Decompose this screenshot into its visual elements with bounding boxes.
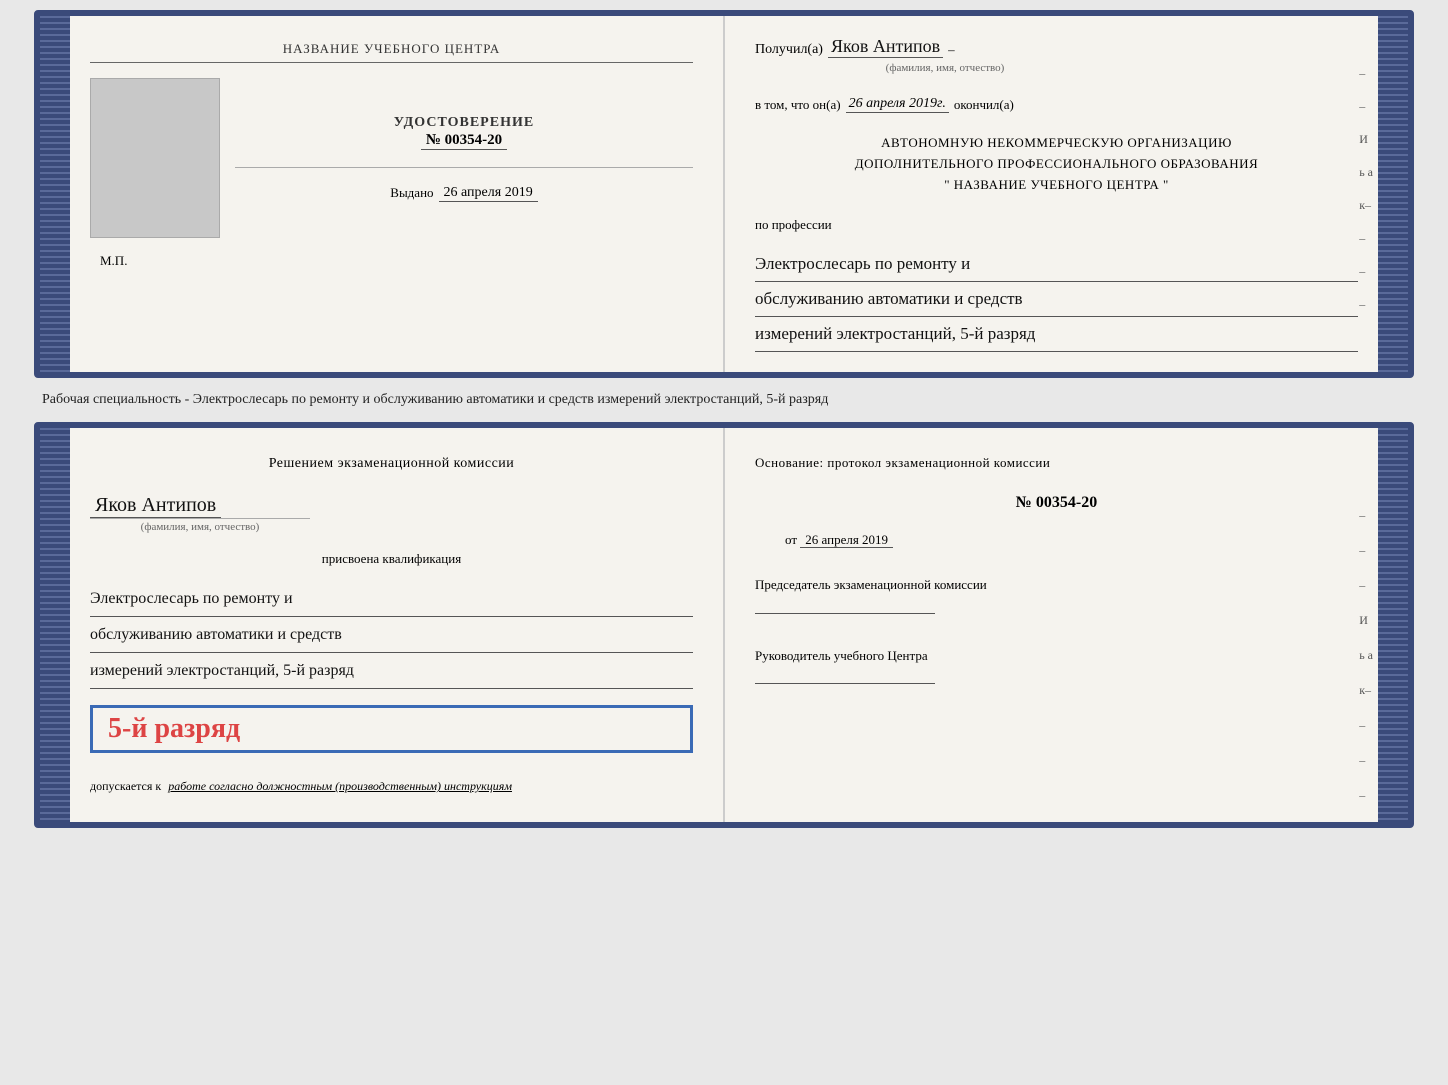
certificate-label-block: УДОСТОВЕРЕНИЕ № 00354-20 bbox=[394, 115, 534, 150]
bottom-protocol-number: № 00354-20 bbox=[755, 494, 1358, 512]
profession-line2: обслуживанию автоматики и средств bbox=[755, 282, 1358, 317]
spine-left bbox=[40, 16, 70, 372]
qual-line2: обслуживанию автоматики и средств bbox=[90, 617, 693, 653]
vtom-prefix: в том, что он(а) bbox=[755, 97, 841, 113]
profession-block: Электрослесарь по ремонту и обслуживанию… bbox=[755, 247, 1358, 352]
rukovoditel-label: Руководитель учебного Центра bbox=[755, 646, 1358, 666]
working-specialty-text: Рабочая специальность - Электрослесарь п… bbox=[34, 388, 1414, 412]
training-center-title: НАЗВАНИЕ УЧЕБНОГО ЦЕНТРА bbox=[90, 41, 693, 63]
vtom-date: 26 апреля 2019г. bbox=[846, 96, 949, 113]
ot-date-line: от 26 апреля 2019 bbox=[785, 532, 1358, 548]
po-professii-label: по профессии bbox=[755, 217, 1358, 233]
vydano-label: Выдано bbox=[390, 185, 433, 201]
qualification-block: Электрослесарь по ремонту и обслуживанию… bbox=[90, 581, 693, 690]
vydano-line: Выдано 26 апреля 2019 bbox=[390, 185, 537, 202]
bottom-ot-date: 26 апреля 2019 bbox=[800, 532, 893, 548]
bottom-spine-left bbox=[40, 428, 70, 821]
prisvoena-text: присвоена квалификация bbox=[90, 551, 693, 567]
bottom-right-side-decorations: – – – И ь а к– – – – – bbox=[1359, 508, 1373, 827]
spine-right bbox=[1378, 16, 1408, 372]
top-book-right-page: – – И ь а к– – – – Получил(а) Яков Антип… bbox=[725, 16, 1408, 372]
org-line1: АВТОНОМНУЮ НЕКОММЕРЧЕСКУЮ ОРГАНИЗАЦИЮ bbox=[755, 133, 1358, 154]
dopuskaetsya-line: допускается к работе согласно должностны… bbox=[90, 777, 693, 796]
chairman-block: Председатель экзаменационной комиссии bbox=[755, 575, 1358, 614]
profession-line3: измерений электростанций, 5-й разряд bbox=[755, 317, 1358, 352]
grade-text: 5-й разряд bbox=[108, 713, 240, 744]
separator bbox=[235, 167, 693, 168]
top-certificate-book: НАЗВАНИЕ УЧЕБНОГО ЦЕНТРА УДОСТОВЕРЕНИЕ №… bbox=[34, 10, 1414, 378]
chairman-label: Председатель экзаменационной комиссии bbox=[755, 575, 1358, 595]
recipient-name: Яков Антипов bbox=[828, 36, 943, 58]
ot-label: от bbox=[785, 532, 797, 547]
qual-line1: Электрослесарь по ремонту и bbox=[90, 581, 693, 617]
org-line2: ДОПОЛНИТЕЛЬНОГО ПРОФЕССИОНАЛЬНОГО ОБРАЗО… bbox=[755, 154, 1358, 175]
mp-label: М.П. bbox=[100, 253, 127, 269]
fio-sublabel-top: (фамилия, имя, отчество) bbox=[835, 62, 1055, 74]
bottom-fio-sublabel: (фамилия, имя, отчество) bbox=[90, 518, 310, 533]
poluchil-line: Получил(а) Яков Антипов – bbox=[755, 36, 1358, 58]
bottom-fio-handwritten: Яков Антипов bbox=[90, 494, 221, 518]
okonchil-label: окончил(а) bbox=[954, 97, 1014, 113]
vydano-date: 26 апреля 2019 bbox=[439, 185, 538, 202]
qual-line3: измерений электростанций, 5-й разряд bbox=[90, 653, 693, 689]
chairman-signature-line bbox=[755, 613, 935, 614]
bottom-book-left-page: Решением экзаменационной комиссии Яков А… bbox=[40, 428, 725, 821]
grade-badge: 5-й разряд bbox=[90, 705, 693, 753]
resheniem-title: Решением экзаменационной комиссии bbox=[90, 453, 693, 475]
bottom-spine-right bbox=[1378, 428, 1408, 821]
dopuskaetsya-value: работе согласно должностным (производств… bbox=[168, 779, 512, 793]
bottom-certificate-book: Решением экзаменационной комиссии Яков А… bbox=[34, 422, 1414, 827]
right-side-decorations: – – И ь а к– – – – bbox=[1359, 66, 1373, 312]
dopuskaetsya-prefix: допускается к bbox=[90, 779, 161, 793]
top-book-left-page: НАЗВАНИЕ УЧЕБНОГО ЦЕНТРА УДОСТОВЕРЕНИЕ №… bbox=[40, 16, 725, 372]
bottom-book-right-page: – – – И ь а к– – – – – Основание: проток… bbox=[725, 428, 1408, 821]
poluchil-label: Получил(а) bbox=[755, 42, 823, 58]
org-quoted-name: " НАЗВАНИЕ УЧЕБНОГО ЦЕНТРА " bbox=[755, 175, 1358, 196]
rukovoditel-signature-line bbox=[755, 683, 935, 684]
vtom-line: в том, что он(а) 26 апреля 2019г. окончи… bbox=[755, 96, 1358, 113]
osnovaniye-text: Основание: протокол экзаменационной коми… bbox=[755, 453, 1358, 474]
org-name-block: АВТОНОМНУЮ НЕКОММЕРЧЕСКУЮ ОРГАНИЗАЦИЮ ДО… bbox=[755, 133, 1358, 195]
fio-block-bottom: Яков Антипов (фамилия, имя, отчество) bbox=[90, 494, 693, 533]
certificate-number: № 00354-20 bbox=[421, 132, 507, 150]
photo-placeholder bbox=[90, 78, 220, 238]
certificate-title: УДОСТОВЕРЕНИЕ bbox=[394, 115, 534, 131]
rukovoditel-block: Руководитель учебного Центра bbox=[755, 646, 1358, 685]
profession-line1: Электрослесарь по ремонту и bbox=[755, 247, 1358, 282]
